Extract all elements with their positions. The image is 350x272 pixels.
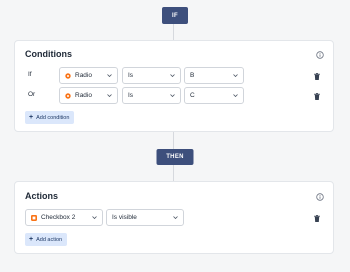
then-block[interactable]: THEN [156,149,194,165]
conditions-card: Conditions If Radio Is B Or Radio Is C +… [14,40,334,132]
checkbox-field-icon [31,214,37,221]
condition-value-select[interactable]: B [184,67,244,84]
action-field-value: Checkbox 2 [41,214,76,221]
action-field-select[interactable]: Checkbox 2 [25,209,103,226]
condition-value-select[interactable]: C [184,87,244,104]
actions-card: Actions Checkbox 2 Is visible + Add acti… [14,181,334,254]
chevron-down-icon [169,93,175,99]
condition-operator-value: Is [128,72,134,79]
if-block[interactable]: IF [162,7,188,24]
delete-action-icon[interactable] [313,214,320,222]
chevron-down-icon [232,93,238,99]
condition-connector-label: If [28,71,32,78]
add-action-button[interactable]: + Add action [25,233,68,246]
condition-field-value: Radio [75,72,92,79]
condition-field-select[interactable]: Radio [59,87,118,104]
plus-icon: + [29,236,34,243]
condition-connector-label: Or [28,91,36,98]
condition-value-value: B [190,72,195,79]
plus-icon: + [29,114,34,121]
radio-field-icon [65,72,71,79]
action-type-value: Is visible [112,214,137,221]
condition-field-select[interactable]: Radio [59,67,118,84]
then-label: THEN [166,154,184,160]
chevron-down-icon [232,73,238,79]
delete-condition-icon[interactable] [313,92,320,100]
info-circle-icon[interactable] [315,50,324,59]
conditions-title: Conditions [25,49,72,59]
condition-field-value: Radio [75,92,92,99]
chevron-down-icon [169,73,175,79]
condition-operator-select[interactable]: Is [122,87,181,104]
chevron-down-icon [91,215,97,221]
flow-connector [173,132,174,149]
condition-operator-select[interactable]: Is [122,67,181,84]
chevron-down-icon [172,215,178,221]
add-action-label: Add action [36,236,63,243]
action-type-select[interactable]: Is visible [106,209,184,226]
delete-condition-icon[interactable] [313,72,320,80]
info-circle-icon[interactable] [315,192,324,201]
add-condition-button[interactable]: + Add condition [25,111,75,124]
condition-value-value: C [190,92,195,99]
radio-field-icon [65,92,71,99]
condition-operator-value: Is [128,92,134,99]
actions-title: Actions [25,191,59,201]
if-label: IF [172,12,178,19]
chevron-down-icon [106,73,112,79]
flow-connector [173,24,174,40]
chevron-down-icon [106,93,112,99]
add-condition-label: Add condition [36,114,70,121]
flow-connector [173,165,174,181]
